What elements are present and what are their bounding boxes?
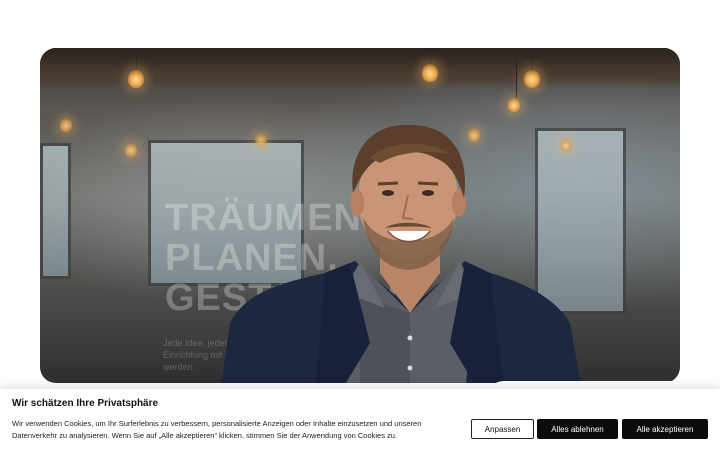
portrait-photo <box>221 124 581 383</box>
pendant-lamp <box>128 70 144 88</box>
cookie-banner-text: Wir verwenden Cookies, um Ihr Surferlebn… <box>12 419 422 440</box>
pendant-lamp <box>60 118 72 132</box>
accept-all-button[interactable]: Alle akzeptieren <box>622 419 708 439</box>
pendant-lamp <box>422 64 438 82</box>
hero-banner: TRÄUMEN. PLANEN. GESTALTEN. Jede Idee, j… <box>40 48 680 383</box>
cookie-banner-title: Wir schätzen Ihre Privatsphäre <box>12 398 159 409</box>
customize-button[interactable]: Anpassen <box>471 419 534 439</box>
pendant-lamp <box>508 98 520 112</box>
reject-all-button[interactable]: Alles ablehnen <box>537 419 618 439</box>
pendant-lamp <box>524 70 540 88</box>
window-left <box>40 143 71 279</box>
pendant-lamp <box>125 143 137 157</box>
cookie-banner: Wir schätzen Ihre Privatsphäre Wir verwe… <box>0 389 720 450</box>
